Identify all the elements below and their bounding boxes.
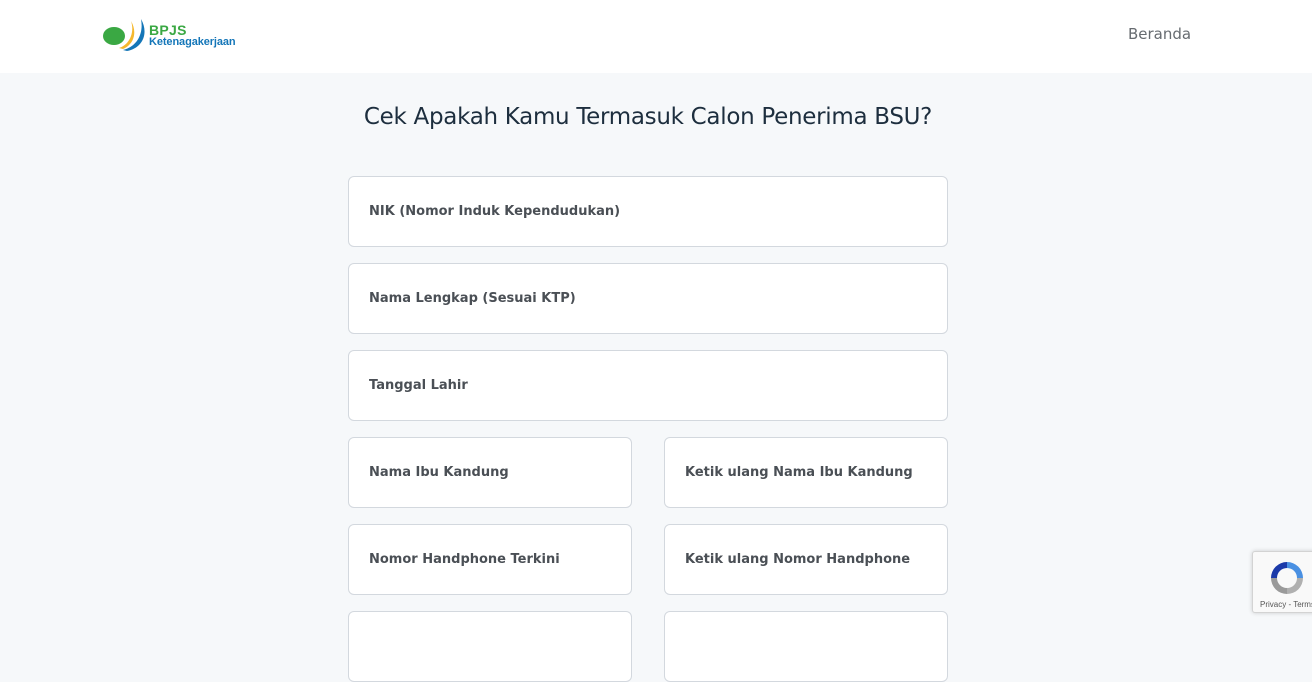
navbar: BPJS Ketenagakerjaan Beranda <box>0 0 1312 73</box>
mother-name-input[interactable] <box>349 438 631 507</box>
nav-link-beranda[interactable]: Beranda <box>1128 25 1191 43</box>
mother-name-confirm-field <box>664 437 948 508</box>
phone-confirm-field <box>664 524 948 595</box>
phone-field <box>348 524 632 595</box>
next-field-left[interactable] <box>348 611 632 682</box>
brand-subtitle: Ketenagakerjaan <box>149 36 236 48</box>
nik-input[interactable] <box>349 177 947 246</box>
mother-name-confirm-input[interactable] <box>665 438 947 507</box>
full-name-field <box>348 263 948 334</box>
recaptcha-badge[interactable]: Privacy - Terms <box>1252 551 1312 613</box>
mother-name-field <box>348 437 632 508</box>
brand-name: BPJS <box>149 22 187 38</box>
full-name-input[interactable] <box>349 264 947 333</box>
birth-date-field <box>348 350 948 421</box>
brand-logo[interactable]: BPJS Ketenagakerjaan <box>103 17 253 51</box>
birth-date-input[interactable] <box>349 351 947 420</box>
next-field-right[interactable] <box>664 611 948 682</box>
recaptcha-links[interactable]: Privacy - Terms <box>1260 600 1312 610</box>
bpjs-leaf-icon <box>103 19 145 51</box>
phone-input[interactable] <box>349 525 631 594</box>
page-title: Cek Apakah Kamu Termasuk Calon Penerima … <box>363 104 933 130</box>
recaptcha-icon <box>1271 562 1303 594</box>
phone-confirm-input[interactable] <box>665 525 947 594</box>
nik-field <box>348 176 948 247</box>
